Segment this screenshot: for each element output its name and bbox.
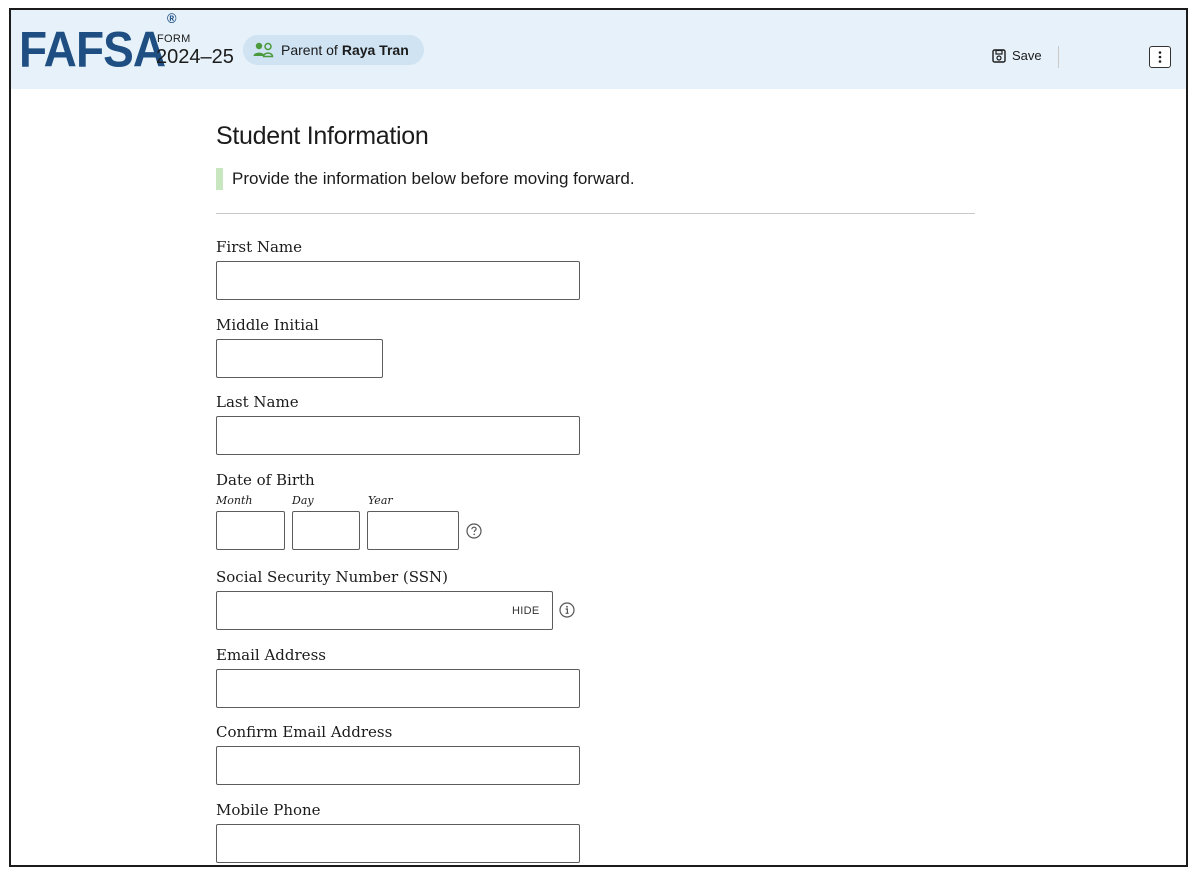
dob-year-label: Year bbox=[368, 494, 393, 507]
last-name-input[interactable] bbox=[216, 416, 580, 455]
page-title: Student Information bbox=[216, 122, 429, 150]
mobile-phone-label: Mobile Phone bbox=[216, 801, 321, 819]
email-input[interactable] bbox=[216, 669, 580, 708]
form-year: 2024–25 bbox=[156, 46, 234, 68]
dob-month-label: Month bbox=[216, 494, 253, 507]
form-label: FORM bbox=[157, 33, 191, 45]
middle-initial-label: Middle Initial bbox=[216, 316, 319, 334]
ssn-input[interactable] bbox=[216, 591, 553, 630]
more-menu-button[interactable] bbox=[1149, 46, 1171, 68]
role-name: Raya Tran bbox=[341, 42, 409, 58]
mobile-phone-input[interactable] bbox=[216, 824, 580, 863]
ssn-label: Social Security Number (SSN) bbox=[216, 568, 449, 586]
question-circle-icon[interactable] bbox=[466, 523, 482, 539]
app-header: FAFSA® FORM 2024–25 Parent of Raya Tran … bbox=[11, 10, 1186, 89]
role-prefix: Parent of bbox=[281, 42, 338, 58]
header-divider bbox=[1058, 46, 1059, 68]
fafsa-logo: FAFSA® bbox=[19, 10, 177, 78]
browser-frame: FAFSA® FORM 2024–25 Parent of Raya Tran … bbox=[9, 8, 1188, 867]
dob-day-label: Day bbox=[292, 494, 314, 507]
floppy-disk-icon bbox=[992, 48, 1006, 63]
ssn-hide-toggle[interactable]: HIDE bbox=[512, 605, 539, 617]
section-divider bbox=[216, 213, 975, 214]
dob-day-input[interactable] bbox=[292, 511, 360, 550]
save-label: Save bbox=[1012, 48, 1042, 63]
kebab-menu-icon bbox=[1158, 51, 1162, 63]
dob-month-input[interactable] bbox=[216, 511, 285, 550]
confirm-email-label: Confirm Email Address bbox=[216, 723, 393, 741]
first-name-label: First Name bbox=[216, 238, 303, 256]
role-badge: Parent of Raya Tran bbox=[243, 35, 424, 65]
save-button[interactable]: Save bbox=[992, 48, 1042, 63]
dob-label: Date of Birth bbox=[216, 471, 315, 489]
info-circle-icon[interactable] bbox=[559, 602, 575, 618]
confirm-email-input[interactable] bbox=[216, 746, 580, 785]
middle-initial-input[interactable] bbox=[216, 339, 383, 378]
last-name-label: Last Name bbox=[216, 393, 299, 411]
notice-text: Provide the information below before mov… bbox=[216, 168, 635, 190]
parent-users-icon bbox=[253, 42, 274, 58]
dob-year-input[interactable] bbox=[367, 511, 459, 550]
email-label: Email Address bbox=[216, 646, 326, 664]
first-name-input[interactable] bbox=[216, 261, 580, 300]
